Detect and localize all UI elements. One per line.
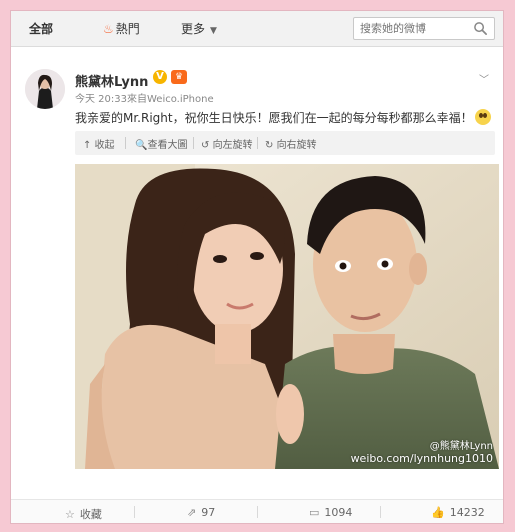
- post-timestamp[interactable]: 今天 20:33: [75, 94, 127, 105]
- repost-button[interactable]: ⇗ 97: [187, 506, 215, 519]
- tab-all[interactable]: 全部: [29, 20, 53, 38]
- post-meta: 今天 20:33來自Weico.iPhone: [75, 90, 214, 105]
- tab-more[interactable]: 更多 ▼: [181, 20, 217, 38]
- chevron-down-icon: ▼: [210, 26, 217, 36]
- repost-count: 97: [201, 506, 216, 519]
- verified-badge: V: [153, 70, 167, 84]
- divider: [380, 506, 381, 518]
- post-photo-image: [75, 164, 499, 469]
- post-content: 我亲爱的Mr.Right，祝你生日快乐！愿我们在一起的每分每秒都那么幸福！: [75, 109, 495, 126]
- search-input[interactable]: [360, 21, 465, 36]
- post-actions: ☆ 收藏 ⇗ 97 ▭ 1094 👍 14232: [11, 499, 503, 523]
- post-source[interactable]: 來自Weico.iPhone: [127, 94, 214, 105]
- favorite-button[interactable]: ☆ 收藏: [65, 506, 102, 522]
- avatar[interactable]: [25, 69, 65, 109]
- media-toolbar: ↑ 收起 🔍查看大圖 ↺ 向左旋转 ↻ 向右旋转: [75, 131, 495, 155]
- view-large-label: 查看大圖: [147, 140, 188, 151]
- collapse-label: 收起: [94, 140, 115, 151]
- divider: [125, 137, 126, 149]
- divider: [193, 137, 194, 149]
- rotate-left-label: 向左旋转: [212, 140, 253, 151]
- star-icon: ☆: [65, 508, 75, 521]
- fire-icon: ♨: [103, 22, 114, 36]
- username[interactable]: 熊黛林Lynn: [75, 71, 148, 90]
- view-large-button[interactable]: 🔍查看大圖: [135, 136, 187, 151]
- tab-hot[interactable]: ♨ 熱門: [103, 20, 140, 38]
- like-count: 14232: [449, 506, 485, 519]
- tab-hot-label: 熱門: [115, 22, 140, 36]
- post-menu-chevron-icon[interactable]: ﹀: [479, 71, 489, 86]
- weibo-window: 全部 ♨熱門 更多 ▼ 熊黛林Lynn V ♛ ﹀ 今天 20:33來自Weico…: [10, 10, 504, 524]
- post-photo[interactable]: @熊黛林Lynn weibo.com/lynnhung1010: [75, 164, 499, 469]
- search-box: [353, 17, 495, 40]
- divider: [257, 506, 258, 518]
- emoji-icon: [474, 109, 491, 125]
- divider: [134, 506, 135, 518]
- rotate-right-label: 向右旋转: [276, 140, 317, 151]
- favorite-label: 收藏: [79, 508, 102, 521]
- divider: [257, 137, 258, 149]
- thumbs-up-icon: 👍: [431, 506, 445, 519]
- post-text: 我亲爱的Mr.Right，祝你生日快乐！愿我们在一起的每分每秒都那么幸福！: [75, 111, 473, 125]
- search-icon[interactable]: [473, 21, 488, 36]
- rotate-right-button[interactable]: ↻ 向右旋转: [265, 136, 317, 151]
- like-button[interactable]: 👍 14232: [431, 506, 485, 519]
- tab-bar: 全部 ♨ 熱門 更多 ▼: [11, 11, 503, 47]
- member-icon: ♛: [171, 70, 187, 84]
- watermark-url: weibo.com/lynnhung1010: [350, 452, 493, 465]
- tab-more-label: 更多: [181, 22, 206, 36]
- rotate-left-button[interactable]: ↺ 向左旋转: [201, 136, 253, 151]
- photo-watermark: @熊黛林Lynn weibo.com/lynnhung1010: [351, 441, 493, 465]
- comment-button[interactable]: ▭ 1094: [309, 506, 352, 519]
- collapse-button[interactable]: ↑ 收起: [83, 136, 115, 151]
- comment-icon: ▭: [309, 506, 320, 519]
- repost-icon: ⇗: [187, 506, 197, 519]
- avatar-image: [25, 69, 65, 109]
- comment-count: 1094: [324, 506, 353, 519]
